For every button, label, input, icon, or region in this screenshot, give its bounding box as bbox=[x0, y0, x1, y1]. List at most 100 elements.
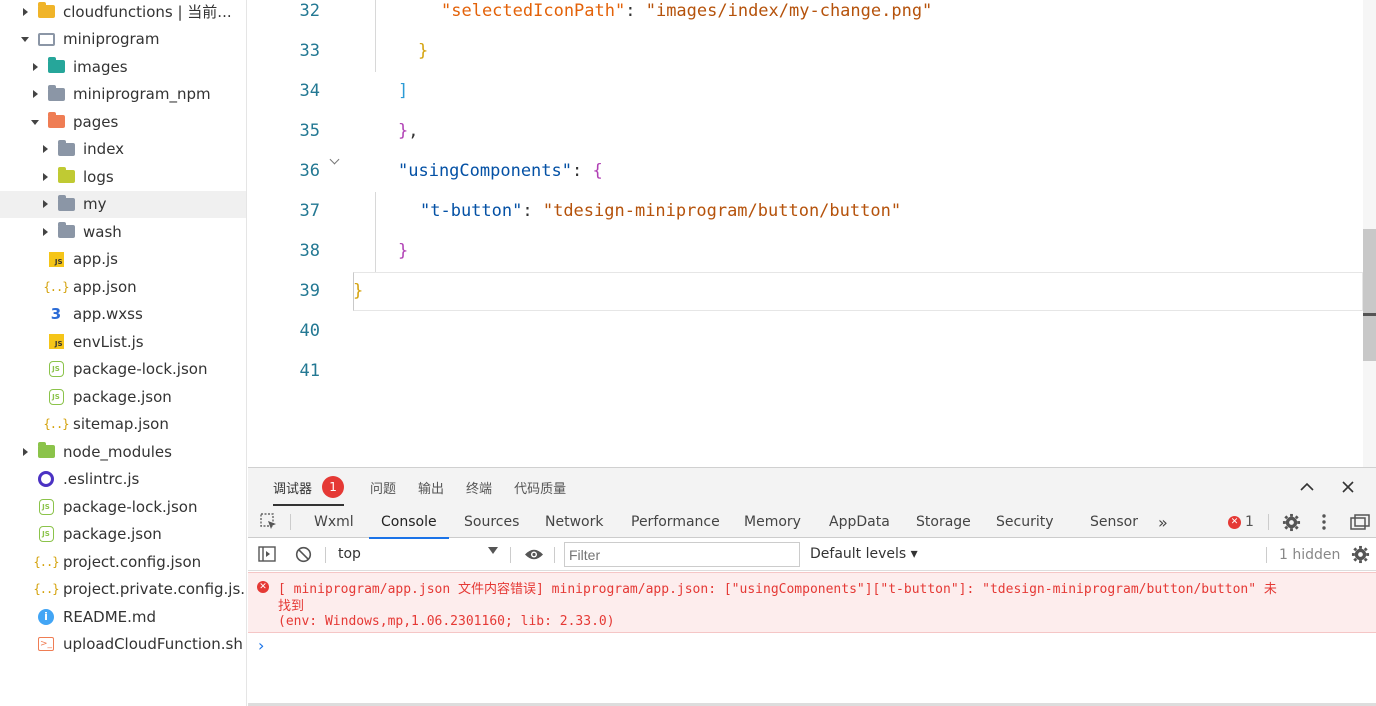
tree-item[interactable]: cloudfunctions | 当前... bbox=[0, 0, 246, 25]
tab-network[interactable]: Network bbox=[545, 506, 603, 538]
tree-item-label: my bbox=[83, 195, 107, 213]
tree-item[interactable]: JS app.js bbox=[0, 246, 246, 273]
console-error-message[interactable]: ✕ [ miniprogram/app.json 文件内容错误] minipro… bbox=[248, 572, 1376, 633]
code-line[interactable]: 32 "selectedIconPath": "images/index/my-c… bbox=[248, 0, 1363, 31]
chevron-up-icon[interactable] bbox=[1298, 478, 1316, 496]
code-line[interactable]: 37 "t-button": "tdesign-miniprogram/butto… bbox=[248, 191, 1363, 231]
code-token: "t-button" bbox=[420, 201, 523, 221]
tree-item-label: app.json bbox=[73, 277, 137, 296]
tree-item[interactable]: {..} project.private.config.js... bbox=[0, 576, 246, 603]
code-line[interactable]: 38} bbox=[248, 231, 1363, 271]
chevron-right-icon[interactable] bbox=[30, 89, 40, 99]
tree-item[interactable]: node_modules bbox=[0, 438, 246, 465]
chevron-right-icon[interactable] bbox=[40, 199, 50, 209]
more-vertical-icon[interactable] bbox=[1322, 506, 1326, 538]
tree-item[interactable]: JS package.json bbox=[0, 521, 246, 548]
code-token: } bbox=[398, 241, 409, 261]
code-line[interactable]: 36 "usingComponents": { bbox=[248, 151, 1363, 191]
code-line[interactable]: 35}, bbox=[248, 111, 1363, 151]
tree-item[interactable]: images bbox=[0, 53, 246, 80]
undock-icon[interactable] bbox=[1350, 506, 1370, 538]
tree-item[interactable]: {..} project.config.json bbox=[0, 548, 246, 575]
console-settings-gear-icon[interactable] bbox=[1351, 545, 1370, 568]
dropdown-arrow-icon[interactable] bbox=[488, 547, 498, 554]
code-line[interactable]: 39} bbox=[248, 271, 1363, 311]
chevron-right-icon[interactable] bbox=[40, 172, 50, 182]
scrollbar-cursor-marker bbox=[1363, 313, 1376, 316]
tree-item[interactable]: my bbox=[0, 190, 246, 218]
scrollbar-thumb[interactable] bbox=[1363, 229, 1376, 361]
eslint-file-icon bbox=[37, 471, 55, 487]
clear-console-icon[interactable] bbox=[295, 546, 312, 567]
tree-item[interactable]: JS package-lock.json bbox=[0, 493, 246, 520]
tree-item-label: .eslintrc.js bbox=[63, 470, 140, 488]
tree-item[interactable]: 3 app.wxss bbox=[0, 301, 246, 328]
tree-item[interactable]: >_ uploadCloudFunction.sh bbox=[0, 631, 246, 658]
tree-item[interactable]: miniprogram bbox=[0, 26, 246, 53]
tree-item[interactable]: wash bbox=[0, 218, 246, 245]
eye-icon[interactable] bbox=[524, 548, 544, 565]
tab-console[interactable]: Console bbox=[369, 506, 449, 539]
tab-wxml[interactable]: Wxml bbox=[314, 506, 354, 538]
close-icon[interactable] bbox=[1339, 478, 1357, 496]
tab-storage[interactable]: Storage bbox=[916, 506, 971, 538]
tree-item[interactable]: logs bbox=[0, 163, 246, 190]
tree-item[interactable]: index bbox=[0, 136, 246, 163]
tab-code-quality[interactable]: 代码质量 bbox=[514, 468, 566, 506]
error-count[interactable]: ✕ 1 bbox=[1228, 506, 1254, 538]
chevron-right-icon[interactable] bbox=[40, 144, 50, 154]
console-toolbar: top Default levels ▾ 1 hidden bbox=[248, 539, 1376, 571]
code-line[interactable]: 40 bbox=[248, 311, 1363, 351]
tab-sources[interactable]: Sources bbox=[464, 506, 519, 538]
chevron-right-icon[interactable] bbox=[30, 62, 40, 72]
code-line[interactable]: 34] bbox=[248, 71, 1363, 111]
folder-icon bbox=[57, 222, 75, 240]
code-line[interactable]: 33} bbox=[248, 31, 1363, 71]
log-levels-dropdown[interactable]: Default levels ▾ bbox=[810, 546, 918, 562]
code-token: } bbox=[418, 41, 429, 61]
settings-gear-icon[interactable] bbox=[1282, 506, 1301, 538]
tab-sensor[interactable]: Sensor bbox=[1090, 506, 1138, 538]
context-selector[interactable]: top bbox=[338, 546, 361, 562]
tree-item-label: package-lock.json bbox=[63, 497, 198, 516]
tab-performance[interactable]: Performance bbox=[631, 506, 720, 538]
chevron-down-icon[interactable] bbox=[30, 117, 40, 127]
code-token: "selectedIconPath" bbox=[441, 1, 626, 21]
error-env-info: (env: Windows,mp,1.06.2301160; lib: 2.33… bbox=[278, 614, 615, 629]
editor-scrollbar[interactable] bbox=[1363, 0, 1376, 467]
line-number: 41 bbox=[299, 361, 320, 381]
code-editor[interactable]: 32 "selectedIconPath": "images/index/my-c… bbox=[248, 0, 1376, 467]
tab-appdata[interactable]: AppData bbox=[829, 506, 890, 538]
console-filter-input[interactable] bbox=[564, 542, 800, 567]
tree-item[interactable]: {..} app.json bbox=[0, 273, 246, 300]
tree-item[interactable]: .eslintrc.js bbox=[0, 466, 246, 493]
tab-output[interactable]: 输出 bbox=[418, 468, 444, 506]
tree-item[interactable]: pages bbox=[0, 108, 246, 135]
tree-item[interactable]: JS envList.js bbox=[0, 328, 246, 355]
code-line[interactable]: 41 bbox=[248, 351, 1363, 391]
chevron-right-icon[interactable] bbox=[20, 447, 30, 457]
debugger-error-badge: 1 bbox=[322, 476, 345, 498]
tree-item-label: logs bbox=[83, 167, 114, 186]
chevron-right-icon[interactable] bbox=[40, 227, 50, 237]
tab-memory[interactable]: Memory bbox=[744, 506, 801, 538]
console-prompt-icon[interactable]: › bbox=[258, 636, 264, 655]
more-tabs-icon[interactable]: » bbox=[1158, 506, 1168, 538]
tab-security[interactable]: Security bbox=[996, 506, 1054, 538]
tab-debugger[interactable]: 调试器 1 bbox=[273, 468, 345, 506]
tree-item[interactable]: i README.md bbox=[0, 603, 246, 630]
sidebar-toggle-icon[interactable] bbox=[258, 546, 276, 566]
chevron-down-icon[interactable] bbox=[20, 34, 30, 44]
tree-item[interactable]: {..} sitemap.json bbox=[0, 411, 246, 438]
tab-issues[interactable]: 问题 bbox=[370, 468, 396, 506]
tree-item-label: images bbox=[73, 57, 128, 76]
line-number: 34 bbox=[299, 81, 320, 101]
chevron-right-icon[interactable] bbox=[20, 7, 30, 17]
tree-item[interactable]: JS package.json bbox=[0, 383, 246, 410]
tree-item[interactable]: miniprogram_npm bbox=[0, 81, 246, 108]
tab-terminal[interactable]: 终端 bbox=[466, 468, 492, 506]
tree-item[interactable]: JS package-lock.json bbox=[0, 356, 246, 383]
inspect-element-icon[interactable] bbox=[260, 506, 278, 538]
